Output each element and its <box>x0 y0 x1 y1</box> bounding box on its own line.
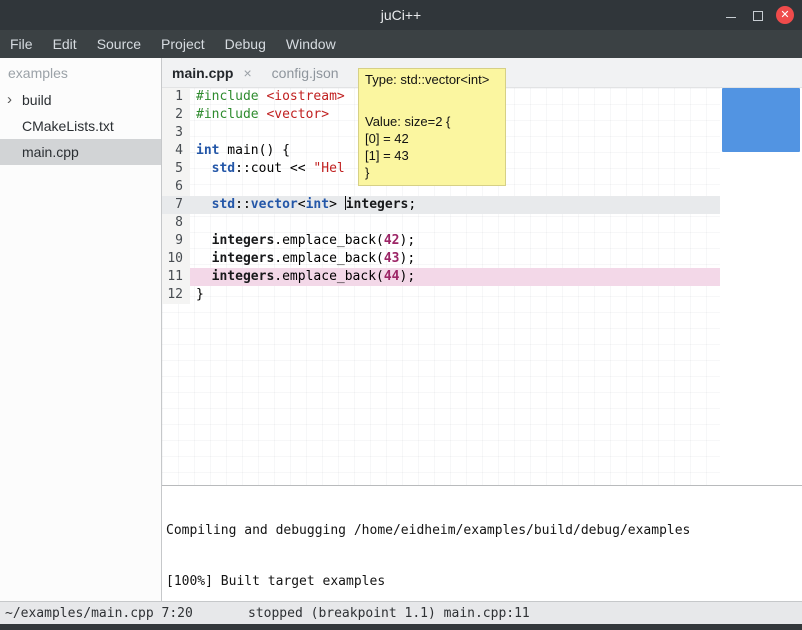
line-number[interactable]: 7 <box>162 196 190 214</box>
tooltip-value-line: } <box>365 164 499 181</box>
tree-item-build[interactable]: › build <box>0 87 161 113</box>
menu-file[interactable]: File <box>0 30 43 58</box>
terminal-line: Compiling and debugging /home/eidheim/ex… <box>166 522 798 539</box>
tab-main-cpp[interactable]: main.cpp × <box>162 58 262 88</box>
line-number[interactable]: 3 <box>162 124 190 142</box>
line-number[interactable]: 9 <box>162 232 190 250</box>
window-bottom-edge <box>0 624 802 630</box>
code-text[interactable]: } <box>190 286 720 304</box>
menu-window[interactable]: Window <box>276 30 346 58</box>
tree-item-label: main.cpp <box>22 144 79 160</box>
minimize-icon[interactable] <box>724 8 738 22</box>
code-line[interactable]: 11 integers.emplace_back(44); <box>162 268 720 286</box>
tree-item-cmakelists[interactable]: CMakeLists.txt <box>0 113 161 139</box>
line-number[interactable]: 11 <box>162 268 190 286</box>
code-text[interactable]: integers.emplace_back(44); <box>190 268 720 286</box>
status-file-position: ~/examples/main.cpp 7:20 <box>5 606 193 621</box>
code-line[interactable]: 8 <box>162 214 720 232</box>
tree-item-label: build <box>22 92 52 108</box>
code-line[interactable]: 10 integers.emplace_back(43); <box>162 250 720 268</box>
tooltip-spacer <box>365 88 499 113</box>
code-text[interactable]: integers.emplace_back(43); <box>190 250 720 268</box>
tooltip-value-line: [1] = 43 <box>365 147 499 164</box>
code-line[interactable]: 12} <box>162 286 720 304</box>
app-window: juCi++ ✕ File Edit Source Project Debug … <box>0 0 802 630</box>
restore-icon[interactable] <box>750 8 764 22</box>
menu-bar: File Edit Source Project Debug Window <box>0 30 802 58</box>
terminal-line: [100%] Built target examples <box>166 573 798 590</box>
line-number[interactable]: 12 <box>162 286 190 304</box>
code-text[interactable] <box>190 214 720 232</box>
tooltip-type-line: Type: std::vector<int> <box>365 71 499 88</box>
tooltip-value-line: Value: size=2 { <box>365 113 499 130</box>
menu-edit[interactable]: Edit <box>43 30 87 58</box>
status-debug-state: stopped (breakpoint 1.1) main.cpp:11 <box>248 606 530 621</box>
status-bar: ~/examples/main.cpp 7:20 stopped (breakp… <box>0 601 802 624</box>
line-number[interactable]: 4 <box>162 142 190 160</box>
file-tree-header: examples <box>0 58 161 87</box>
code-text[interactable]: integers.emplace_back(42); <box>190 232 720 250</box>
window-title: juCi++ <box>381 7 421 23</box>
close-icon[interactable]: ✕ <box>776 6 794 24</box>
line-number[interactable]: 10 <box>162 250 190 268</box>
tab-label: main.cpp <box>172 65 233 81</box>
tree-item-main-cpp[interactable]: main.cpp <box>0 139 161 165</box>
title-bar: juCi++ ✕ <box>0 0 802 30</box>
line-number[interactable]: 5 <box>162 160 190 178</box>
tooltip-value-line: [0] = 42 <box>365 130 499 147</box>
tree-item-label: CMakeLists.txt <box>22 118 114 134</box>
tab-config-json[interactable]: config.json <box>262 58 349 88</box>
debug-value-tooltip: Type: std::vector<int> Value: size=2 { [… <box>358 68 506 186</box>
file-tree-panel: examples › build CMakeLists.txt main.cpp <box>0 58 162 601</box>
menu-source[interactable]: Source <box>87 30 151 58</box>
scrollbar-thumb[interactable] <box>722 88 800 152</box>
line-number[interactable]: 6 <box>162 178 190 196</box>
tab-close-icon[interactable]: × <box>243 65 251 81</box>
line-number[interactable]: 2 <box>162 106 190 124</box>
menu-project[interactable]: Project <box>151 30 215 58</box>
menu-debug[interactable]: Debug <box>215 30 276 58</box>
code-line[interactable]: 7 std::vector<int> integers; <box>162 196 720 214</box>
code-line[interactable]: 9 integers.emplace_back(42); <box>162 232 720 250</box>
tab-label: config.json <box>272 65 339 81</box>
line-number[interactable]: 8 <box>162 214 190 232</box>
expander-icon[interactable]: › <box>7 87 12 113</box>
window-controls: ✕ <box>724 0 794 30</box>
code-text[interactable]: std::vector<int> integers; <box>190 196 720 214</box>
terminal-panel[interactable]: Compiling and debugging /home/eidheim/ex… <box>162 485 802 601</box>
line-number[interactable]: 1 <box>162 88 190 106</box>
